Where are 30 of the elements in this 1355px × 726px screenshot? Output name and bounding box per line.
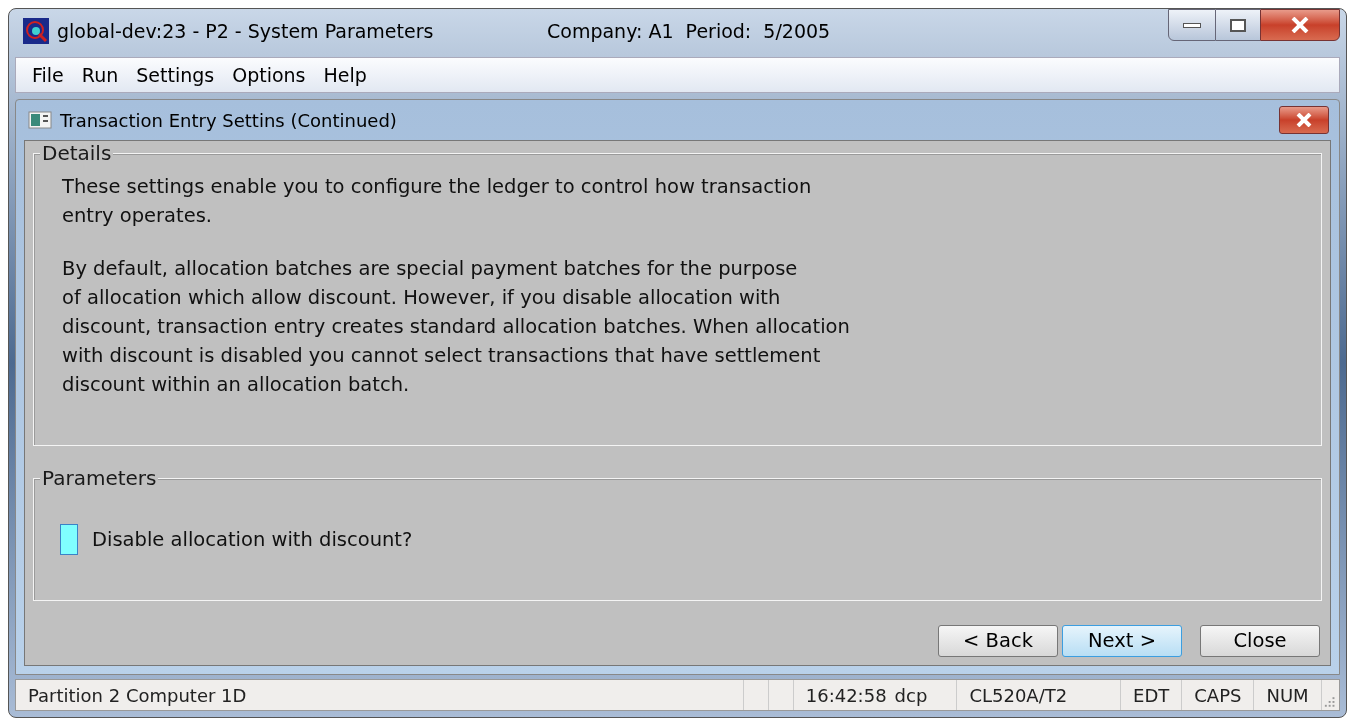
company-period: Company: A1 Period: 5/2005: [547, 18, 831, 44]
menu-item[interactable]: Options: [232, 60, 306, 90]
status-text: dcp: [894, 683, 928, 708]
menu-item[interactable]: Settings: [136, 60, 215, 90]
dialog-title: Transaction Entry Settins (Continued): [60, 108, 397, 133]
close-icon: [1296, 113, 1312, 127]
menu-item[interactable]: Run: [81, 60, 119, 90]
close-button[interactable]: [1260, 9, 1340, 41]
checkbox-label: Disable allocation with discount?: [92, 526, 413, 553]
app-logo-icon: [23, 18, 49, 44]
form-icon: [28, 111, 52, 129]
minimize-button[interactable]: [1168, 9, 1216, 41]
checkbox[interactable]: [60, 524, 78, 555]
wizard-button[interactable]: Close: [1200, 625, 1320, 657]
description-text: These settings enable you to configure the ledger to control how transaction entry operates.: [62, 174, 813, 229]
wizard-button[interactable]: Next >: [1062, 625, 1182, 657]
status-text: EDT: [1133, 683, 1170, 708]
dialog-close-button[interactable]: [1279, 106, 1329, 134]
status-text: CAPS: [1194, 683, 1242, 708]
status-text: NUM: [1266, 683, 1309, 708]
menu-item[interactable]: Help: [323, 60, 367, 90]
close-icon: [1291, 17, 1309, 33]
description-text: By default, allocation batches are special payment batches for the purpose of allocation which allow discount. However, if you disable allocation with discount, transaction entry creates standard allocation batches. When allocation with discount is disabled you cannot select transactions that have settlement discount within an allocation batch.: [62, 256, 851, 398]
menu-item[interactable]: File: [32, 60, 64, 90]
wizard-button[interactable]: < Back: [938, 625, 1058, 657]
status-text: 16:42:58: [805, 683, 887, 708]
maximize-button[interactable]: [1216, 9, 1260, 41]
status-text: CL520A/T2: [969, 683, 1068, 708]
window-title: global-dev:23 - P2 - System Parameters: [57, 18, 435, 44]
status-text: Partition 2 Computer 1D: [28, 683, 247, 708]
